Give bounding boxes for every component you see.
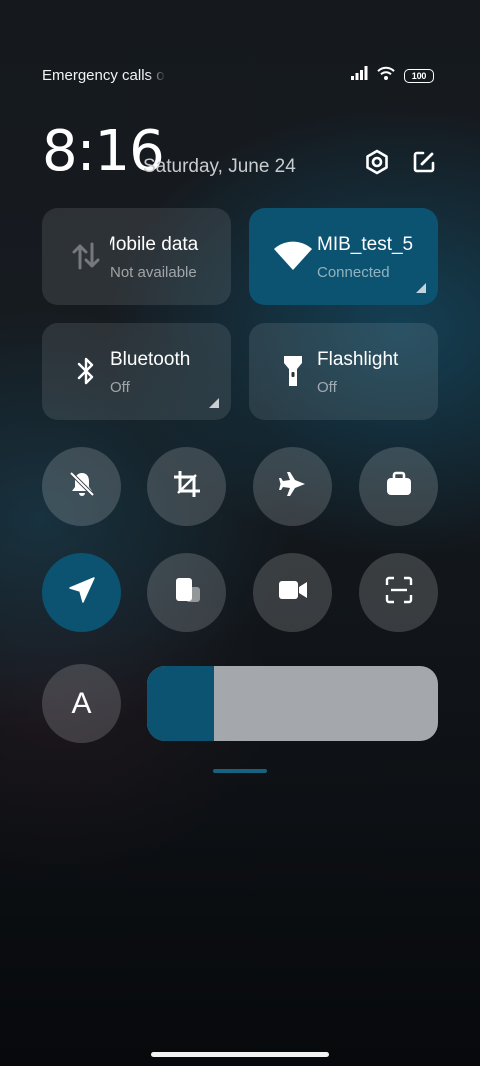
auto-brightness-button[interactable]: A	[42, 664, 121, 743]
expand-corner-icon[interactable]	[416, 283, 426, 293]
tile-wifi[interactable]: MIB_test_5 Connected	[249, 208, 438, 305]
date: Saturday, June 24	[143, 156, 296, 177]
brightness-slider[interactable]	[147, 666, 438, 741]
tile-subtitle: Not available	[110, 264, 197, 281]
expand-corner-icon[interactable]	[209, 398, 219, 408]
toggle-screenshot[interactable]	[147, 447, 226, 526]
battery-icon: 100	[404, 68, 434, 83]
edit-icon	[412, 150, 436, 179]
tile-title: Mobile data	[110, 234, 199, 255]
status-bar: Emergency calls o 100	[42, 66, 434, 86]
battery-level: 100	[411, 70, 427, 81]
settings-button[interactable]	[363, 149, 391, 180]
tile-title: MIB_test_5	[317, 234, 414, 255]
wifi-icon	[273, 236, 313, 276]
toggle-work[interactable]	[359, 447, 438, 526]
crop-icon	[172, 469, 202, 504]
tile-subtitle: Off	[110, 379, 130, 396]
scan-icon	[385, 576, 413, 609]
tile-title: Flashlight	[317, 349, 399, 370]
tile-mobile-data[interactable]: Mobile data Not available	[42, 208, 231, 305]
toggle-location[interactable]	[42, 553, 121, 632]
tile-bluetooth[interactable]: Bluetooth Off	[42, 323, 231, 420]
edit-button[interactable]	[410, 150, 438, 178]
brightness-slider-fill	[147, 666, 214, 741]
carrier-text: Emergency calls o	[42, 67, 165, 84]
flashlight-icon	[273, 351, 313, 391]
page-indicator	[213, 769, 267, 773]
location-icon	[68, 576, 96, 609]
airplane-icon	[278, 470, 307, 503]
settings-icon	[364, 149, 390, 180]
tile-subtitle: Connected	[317, 264, 390, 281]
toggle-scanner[interactable]	[359, 553, 438, 632]
bell-off-icon	[67, 469, 97, 504]
video-camera-icon	[278, 578, 308, 607]
tile-flashlight[interactable]: Flashlight Off	[249, 323, 438, 420]
signal-icon	[351, 66, 368, 85]
bluetooth-icon	[66, 351, 106, 391]
tile-subtitle: Off	[317, 379, 337, 396]
status-icons: 100	[351, 66, 434, 85]
mobile-data-icon	[66, 236, 106, 276]
floating-window-icon	[172, 575, 202, 610]
wifi-icon	[377, 66, 395, 85]
auto-brightness-label: A	[71, 686, 92, 720]
briefcase-icon	[385, 470, 413, 503]
toggle-screen-recorder[interactable]	[253, 553, 332, 632]
home-indicator[interactable]	[151, 1052, 329, 1057]
toggle-airplane[interactable]	[253, 447, 332, 526]
tile-title: Bluetooth	[110, 349, 191, 370]
toggle-mute[interactable]	[42, 447, 121, 526]
toggle-floating-window[interactable]	[147, 553, 226, 632]
